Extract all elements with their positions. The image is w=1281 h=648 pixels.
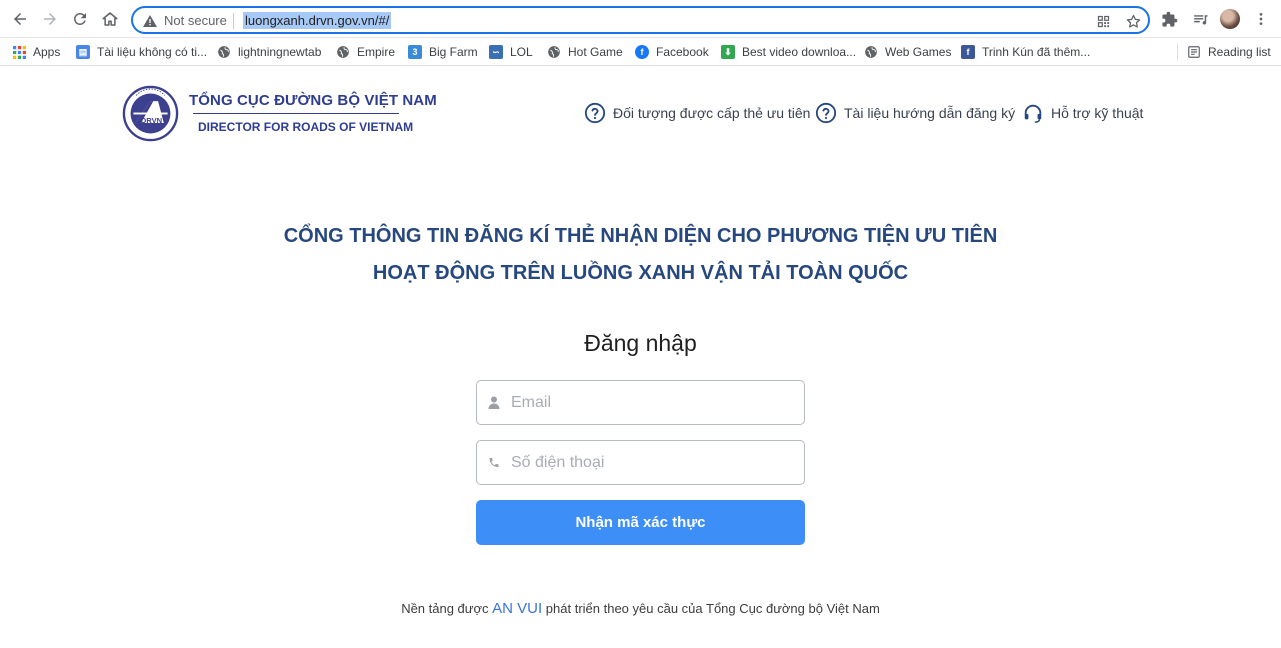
facebook-icon: f xyxy=(961,45,975,59)
bookmark-lightningnewtab[interactable]: lightningnewtab xyxy=(217,43,321,61)
brand-subtitle: DIRECTOR FOR ROADS OF VIETNAM xyxy=(198,120,414,134)
brand-title: TỔNG CỤC ĐƯỜNG BỘ VIỆT NAM xyxy=(189,92,437,109)
headset-icon xyxy=(1024,104,1042,123)
bookmark-facebook[interactable]: f Facebook xyxy=(635,43,709,61)
nav-registration-guide[interactable]: Tài liệu hướng dẫn đăng ký xyxy=(815,102,1015,124)
reload-icon xyxy=(73,12,86,25)
address-divider xyxy=(233,13,234,29)
bookmarks-bar: Apps ▤ Tài liệu không có ti... lightning… xyxy=(0,38,1281,66)
drvn-logo[interactable]: DRVN xyxy=(122,85,179,142)
bookmarks-divider xyxy=(1177,44,1178,60)
bookmark-big-farm[interactable]: 3 Big Farm xyxy=(408,43,478,61)
login-title: Đăng nhập xyxy=(584,330,697,356)
browser-menu-button[interactable] xyxy=(1252,10,1270,28)
globe-icon xyxy=(547,45,561,59)
url-text[interactable]: luongxanh.drvn.gov.vn/#/ xyxy=(243,12,392,29)
brand-divider xyxy=(193,113,399,114)
question-circle-icon xyxy=(584,102,606,124)
bookmark-label: Tài liệu không có ti... xyxy=(97,45,208,59)
reading-list-icon xyxy=(1187,45,1201,59)
facebook-icon: f xyxy=(635,45,649,59)
back-arrow-icon xyxy=(14,13,26,25)
reading-list-button[interactable]: Reading list xyxy=(1187,43,1271,61)
get-otp-button[interactable]: Nhận mã xác thực xyxy=(476,500,805,545)
footer-brand-link[interactable]: AN VUI xyxy=(492,600,542,617)
browser-toolbar: Not secure luongxanh.drvn.gov.vn/#/ xyxy=(0,0,1281,38)
apps-grid-icon xyxy=(12,45,26,59)
playlist-icon xyxy=(1193,14,1208,25)
star-icon xyxy=(1126,14,1140,28)
bookmark-apps[interactable]: Apps xyxy=(12,43,60,61)
footer-suffix: phát triển theo yêu cầu của Tổng Cục đườ… xyxy=(545,601,880,616)
bookmark-label: Trinh Kún đã thêm... xyxy=(982,45,1091,59)
media-queue-button[interactable] xyxy=(1191,10,1209,28)
extensions-button[interactable] xyxy=(1160,10,1178,28)
reload-button[interactable] xyxy=(69,8,91,30)
nav-technical-support[interactable]: Hỗ trợ kỹ thuật xyxy=(1022,102,1143,124)
phone-field[interactable] xyxy=(476,440,805,485)
drvn-logo-icon: DRVN xyxy=(122,85,179,142)
bookmark-empire[interactable]: Empire xyxy=(336,43,395,61)
bookmark-label: Hot Game xyxy=(568,45,623,59)
home-icon xyxy=(102,12,118,26)
qr-code-icon xyxy=(1097,15,1109,27)
kebab-menu-icon xyxy=(1259,13,1263,25)
bookmark-best-video-downloader[interactable]: ⬇ Best video downloa... xyxy=(721,43,856,61)
back-button[interactable] xyxy=(9,8,31,30)
bookmark-hot-game[interactable]: Hot Game xyxy=(547,43,623,61)
question-circle-icon xyxy=(815,102,837,124)
address-bar[interactable]: Not secure luongxanh.drvn.gov.vn/#/ xyxy=(131,6,1150,34)
bookmark-docs[interactable]: ▤ Tài liệu không có ti... xyxy=(76,43,207,61)
bookmark-label: Empire xyxy=(357,45,396,59)
headline-line-1: CỔNG THÔNG TIN ĐĂNG KÍ THẺ NHẬN DIỆN CHO… xyxy=(283,225,998,247)
lol-icon: ∽ xyxy=(489,45,503,59)
logo-text: DRVN xyxy=(141,116,162,125)
email-input[interactable] xyxy=(511,381,796,424)
email-field[interactable] xyxy=(476,380,805,425)
download-icon: ⬇ xyxy=(721,45,735,59)
globe-icon xyxy=(217,45,231,59)
bookmark-lol[interactable]: ∽ LOL xyxy=(489,43,533,61)
puzzle-icon xyxy=(1161,11,1177,27)
bookmark-label: Facebook xyxy=(656,45,709,59)
globe-icon xyxy=(864,45,878,59)
qr-code-button[interactable] xyxy=(1094,12,1112,30)
bookmark-label: Web Games xyxy=(885,45,952,59)
bookmark-label: Big Farm xyxy=(429,45,478,59)
profile-avatar[interactable] xyxy=(1220,9,1240,29)
bookmark-trinh-kun[interactable]: f Trinh Kún đã thêm... xyxy=(961,43,1090,61)
bookmark-label: lightningnewtab xyxy=(238,45,322,59)
bigfarm-icon: 3 xyxy=(408,45,422,59)
reading-list-label: Reading list xyxy=(1208,45,1271,59)
bookmark-star-button[interactable] xyxy=(1124,12,1142,30)
nav-label: Hỗ trợ kỹ thuật xyxy=(1051,105,1144,121)
phone-input[interactable] xyxy=(511,441,796,484)
phone-icon xyxy=(488,454,500,470)
nav-priority-targets[interactable]: Đối tượng được cấp thẻ ưu tiên xyxy=(584,102,810,124)
not-secure-label[interactable]: Not secure xyxy=(164,13,227,28)
forward-button[interactable] xyxy=(39,8,61,30)
bookmark-label: LOL xyxy=(510,45,533,59)
footer-note: Nền tảng được AN VUI phát triển theo yêu… xyxy=(0,600,1281,617)
nav-label: Tài liệu hướng dẫn đăng ký xyxy=(844,105,1016,121)
bookmark-web-games[interactable]: Web Games xyxy=(864,43,951,61)
warning-triangle-icon[interactable] xyxy=(142,13,158,29)
globe-icon xyxy=(336,45,350,59)
bookmark-label: Apps xyxy=(33,45,61,59)
home-button[interactable] xyxy=(99,8,121,30)
docs-icon: ▤ xyxy=(76,45,90,59)
forward-arrow-icon xyxy=(44,13,56,25)
nav-label: Đối tượng được cấp thẻ ưu tiên xyxy=(613,105,811,121)
bookmark-label: Best video downloa... xyxy=(742,45,857,59)
footer-prefix: Nền tảng được xyxy=(401,601,489,616)
user-icon xyxy=(488,394,500,410)
headline-line-2: HOẠT ĐỘNG TRÊN LUỒNG XANH VẬN TẢI TOÀN Q… xyxy=(372,262,909,284)
